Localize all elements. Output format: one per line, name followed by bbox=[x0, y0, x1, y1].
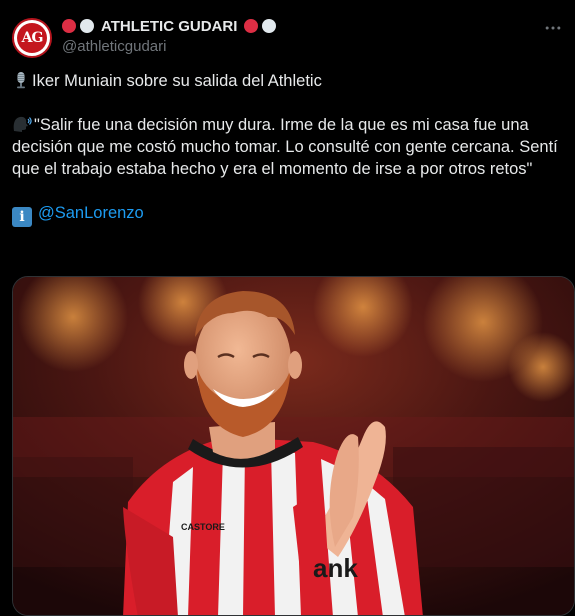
shirt-sponsor-castore: CASTORE bbox=[181, 522, 225, 532]
white-circle-icon bbox=[262, 19, 277, 33]
tweet-text-line: Iker Muniain sobre su salida del Athleti… bbox=[12, 70, 563, 92]
mention-link[interactable]: @SanLorenzo bbox=[38, 204, 144, 222]
display-name-row[interactable]: ATHLETIC GUDARI bbox=[62, 16, 277, 36]
more-horizontal-icon[interactable] bbox=[543, 18, 563, 38]
tweet-header: AG ATHLETIC GUDARI @athleticgudari bbox=[12, 12, 563, 62]
tweet-photo[interactable]: CASTORE ank bbox=[12, 276, 575, 616]
player-photo: CASTORE ank bbox=[13, 277, 574, 615]
speaking-head-icon bbox=[13, 116, 32, 132]
user-handle[interactable]: @athleticgudari bbox=[62, 38, 166, 55]
quote-text: "Salir fue una decisión muy dura. Irme d… bbox=[12, 116, 558, 178]
tweet-quote: "Salir fue una decisión muy dura. Irme d… bbox=[12, 114, 563, 180]
tweet-text: Iker Muniain sobre su salida del Athleti… bbox=[12, 70, 563, 227]
mention-line: i @SanLorenzo bbox=[12, 202, 563, 227]
display-name[interactable]: ATHLETIC GUDARI bbox=[101, 18, 237, 35]
information-icon: i bbox=[12, 207, 32, 227]
red-circle-icon bbox=[62, 19, 76, 33]
red-circle-icon bbox=[244, 19, 259, 33]
avatar[interactable]: AG bbox=[12, 18, 52, 58]
avatar-logo: AG bbox=[17, 23, 47, 53]
headline-text: Iker Muniain sobre su salida del Athleti… bbox=[32, 72, 322, 90]
microphone-icon bbox=[17, 72, 25, 89]
white-circle-icon bbox=[80, 19, 94, 33]
shirt-sponsor-text: ank bbox=[313, 553, 358, 583]
